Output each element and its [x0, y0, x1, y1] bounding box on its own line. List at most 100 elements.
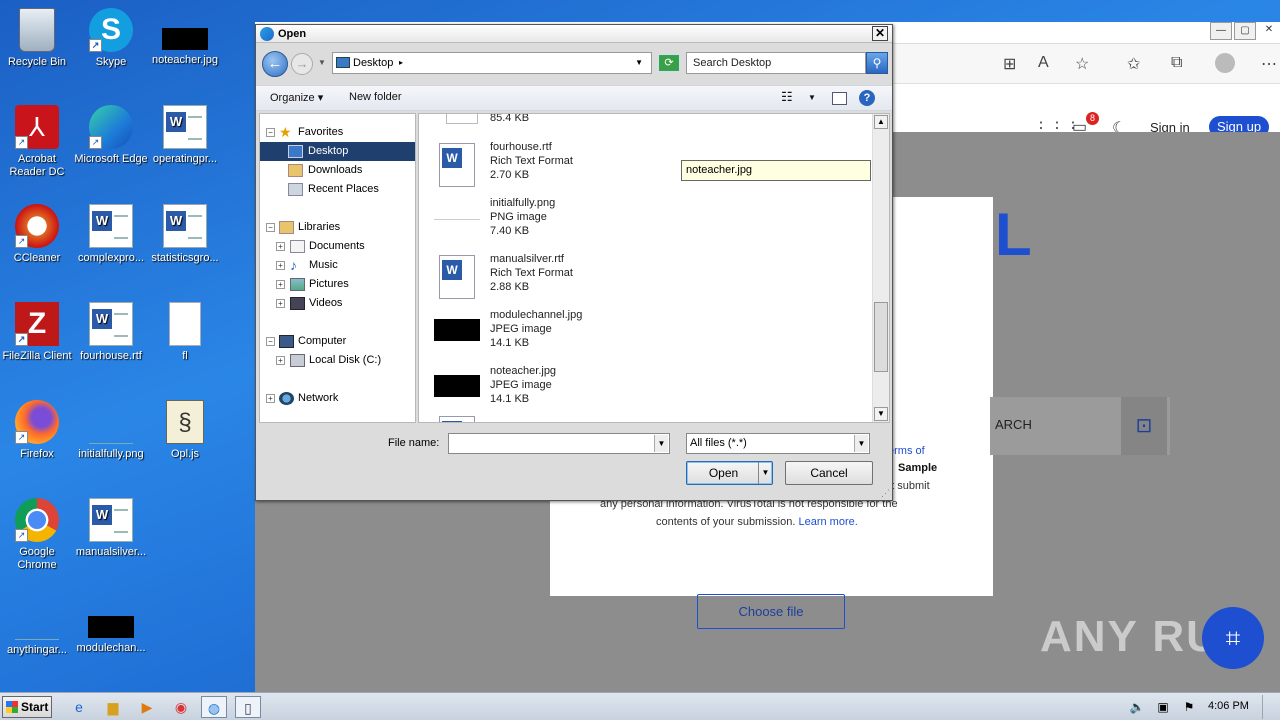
expand-icon[interactable]: + [276, 242, 285, 251]
tree-local-disk[interactable]: + Local Disk (C:) [260, 351, 415, 370]
recycle-bin-desktop-icon[interactable]: Recycle Bin [0, 8, 74, 69]
tree-pictures[interactable]: + Pictures [260, 275, 415, 294]
profile-avatar-icon[interactable] [1215, 53, 1235, 73]
tree-music[interactable]: + ♪ Music [260, 256, 415, 275]
learn-more-link[interactable]: Learn more. [798, 516, 857, 528]
tree-libraries[interactable]: − Libraries [260, 218, 415, 237]
resize-grip-icon[interactable]: ⋰ [881, 488, 890, 499]
manualsilver-desktop-icon[interactable]: manualsilver... [74, 498, 148, 559]
maximize-icon[interactable]: ▢ [1234, 22, 1256, 40]
tree-computer[interactable]: − Computer [260, 332, 415, 351]
help-icon[interactable]: ? [859, 90, 875, 106]
start-button[interactable]: Start [2, 696, 52, 718]
expand-icon[interactable]: + [276, 261, 285, 270]
recent-dropdown-icon[interactable]: ▼ [318, 58, 326, 67]
fourhouse-desktop-icon[interactable]: fourhouse.rtf [74, 302, 148, 363]
file-name-dropdown-icon[interactable]: ▼ [654, 435, 668, 452]
search-icon[interactable]: ⚲ [866, 52, 888, 74]
skype-desktop-icon[interactable]: S ↗ Skype [74, 8, 148, 69]
file-name-input[interactable]: ▼ [448, 433, 670, 454]
minimize-icon[interactable]: — [1210, 22, 1232, 40]
filezilla-desktop-icon[interactable]: Z ↗ FileZilla Client [0, 302, 74, 363]
statisticsgro-desktop-icon[interactable]: statisticsgro... [148, 204, 222, 265]
operatingpr-desktop-icon[interactable]: operatingpr... [148, 105, 222, 166]
chrome-desktop-icon[interactable]: ↗ Google Chrome [0, 498, 74, 572]
cancel-button[interactable]: Cancel [785, 461, 873, 485]
new-folder-button[interactable]: New folder [349, 91, 402, 103]
address-bar[interactable]: Desktop ▸ ▼ [332, 52, 652, 74]
view-dropdown-icon[interactable]: ▼ [808, 93, 816, 102]
edge-desktop-icon[interactable]: ↗ Microsoft Edge [74, 105, 148, 166]
organize-menu[interactable]: Organize ▾ [270, 91, 323, 104]
expand-icon[interactable]: + [276, 356, 285, 365]
acrobat-desktop-icon[interactable]: ⅄ ↗ Acrobat Reader DC [0, 105, 74, 179]
noteacher-desktop-icon[interactable]: noteacher.jpg [148, 8, 222, 67]
address-dropdown-icon[interactable]: ▼ [635, 53, 643, 73]
preview-pane-icon[interactable] [832, 92, 847, 105]
file-item[interactable]: noteacher.jpg JPEG image 14.1 KB [434, 365, 734, 417]
forward-arrow-icon[interactable]: → [291, 53, 313, 75]
expand-icon[interactable]: + [266, 394, 275, 403]
file-item[interactable] [434, 416, 734, 422]
tree-downloads[interactable]: Downloads [260, 161, 415, 180]
refresh-icon[interactable]: ⟳ [659, 55, 679, 71]
file-item[interactable]: manualsilver.rtf Rich Text Format 2.88 K… [434, 253, 734, 305]
collapse-icon[interactable]: − [266, 128, 275, 137]
file-size: 2.88 KB [490, 281, 530, 293]
scroll-up-icon[interactable]: ▲ [874, 115, 888, 129]
tree-favorites[interactable]: − ★ Favorites [260, 123, 415, 142]
choose-file-button[interactable]: Choose file [697, 594, 845, 629]
scroll-down-icon[interactable]: ▼ [874, 407, 888, 421]
anythingar-desktop-icon[interactable]: anythingar... [0, 596, 74, 657]
tree-network[interactable]: + Network [260, 389, 415, 408]
expand-icon[interactable]: + [276, 280, 285, 289]
chrome-icon[interactable]: ◉ [168, 696, 194, 718]
file-item[interactable]: modulechannel.jpg JPEG image 14.1 KB [434, 309, 734, 361]
breadcrumb-arrow-icon[interactable]: ▸ [399, 53, 403, 73]
fl-desktop-icon[interactable]: fl [148, 302, 222, 363]
network-tray-icon[interactable]: ▣ [1150, 696, 1176, 718]
open-dropdown-icon[interactable]: ▼ [758, 462, 772, 484]
back-arrow-icon[interactable]: ← [262, 51, 288, 77]
collections-icon[interactable]: ⧉ [1171, 54, 1182, 72]
search-input[interactable]: Search Desktop [686, 52, 866, 74]
media-player-icon[interactable]: ▶ [134, 696, 160, 718]
file-item[interactable]: initialfully.png PNG image 7.40 KB [434, 197, 734, 249]
tree-videos[interactable]: + Videos [260, 294, 415, 313]
collapse-icon[interactable]: − [266, 337, 275, 346]
edge-taskbar-icon[interactable]: ◍ [201, 696, 227, 718]
ccleaner-desktop-icon[interactable]: ↗ CCleaner [0, 204, 74, 265]
expand-icon[interactable]: + [276, 299, 285, 308]
action-center-icon[interactable]: ⚑ [1176, 696, 1202, 718]
file-type-select[interactable]: All files (*.*) ▼ [686, 433, 870, 454]
favorites-icon[interactable]: ✩ [1127, 54, 1140, 74]
tree-desktop[interactable]: Desktop [260, 142, 415, 161]
file-type-dropdown-icon[interactable]: ▼ [854, 435, 868, 452]
view-options-icon[interactable]: ☷ [781, 89, 793, 105]
chat-bubble-icon[interactable]: ⌗ [1202, 607, 1264, 669]
show-desktop-button[interactable] [1262, 695, 1278, 719]
close-button[interactable]: ✕ [872, 26, 888, 41]
complexpro-desktop-icon[interactable]: complexpro... [74, 204, 148, 265]
file-explorer-icon[interactable]: ▆ [100, 696, 126, 718]
read-aloud-icon[interactable]: A [1038, 54, 1049, 72]
modulechan-desktop-icon[interactable]: modulechan... [74, 596, 148, 655]
initialfully-desktop-icon[interactable]: initialfully.png [74, 400, 148, 461]
tree-documents[interactable]: + Documents [260, 237, 415, 256]
collapse-icon[interactable]: − [266, 223, 275, 232]
internet-explorer-icon[interactable]: e [66, 696, 92, 718]
opl-js-desktop-icon[interactable]: § Opl.js [148, 400, 222, 461]
terms-link-fragment[interactable]: erms of [888, 445, 925, 457]
apps-icon[interactable]: ⊞ [1003, 54, 1016, 74]
add-favorite-icon[interactable]: ☆ [1075, 54, 1089, 74]
close-icon[interactable]: ✕ [1258, 22, 1280, 40]
volume-icon[interactable]: 🔈 [1124, 696, 1150, 718]
open-button[interactable]: Open ▼ [686, 461, 773, 485]
more-icon[interactable]: ⋯ [1261, 54, 1277, 74]
search-tab-icon[interactable]: ⊡ [1121, 397, 1167, 455]
firefox-desktop-icon[interactable]: ↗ Firefox [0, 400, 74, 461]
vertical-scrollbar[interactable]: ▲ ▼ [872, 114, 889, 422]
scroll-thumb[interactable] [874, 302, 888, 372]
tree-recent-places[interactable]: Recent Places [260, 180, 415, 199]
open-dialog-taskbar-icon[interactable]: ▯ [235, 696, 261, 718]
